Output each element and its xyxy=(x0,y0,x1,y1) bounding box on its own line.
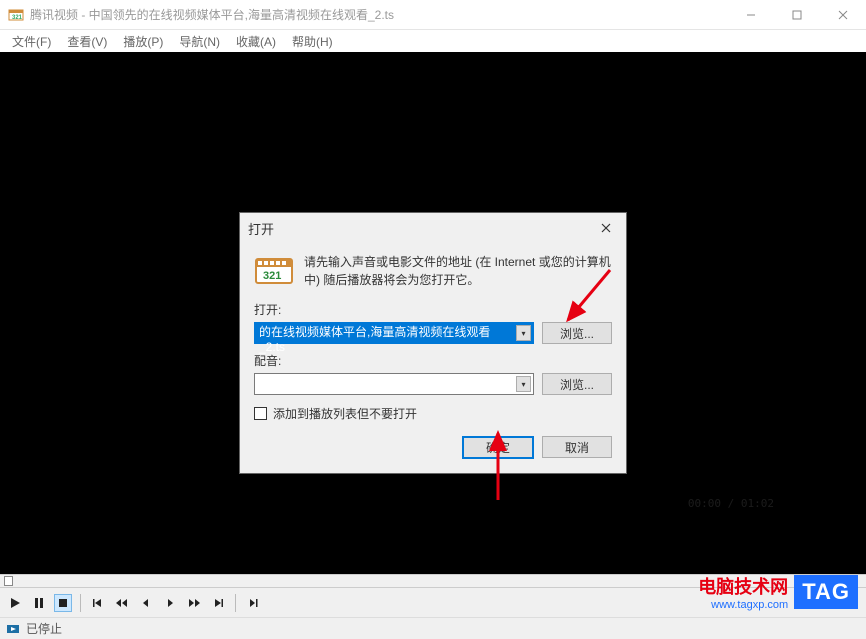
open-value: 的在线视频媒体平台,海量高清视频在线观看_2.ts xyxy=(259,325,490,354)
ok-button[interactable]: 确定 xyxy=(462,436,534,459)
separator xyxy=(235,594,236,612)
overlay-time: 00:00 / 01:02 xyxy=(688,497,774,510)
watermark-tag: TAG xyxy=(794,575,858,609)
open-dialog: 打开 321 请先输入声音或电影文件的地址 (在 Internet 或您的计算机… xyxy=(239,212,627,474)
browse-dub-button[interactable]: 浏览... xyxy=(542,373,612,395)
chevron-down-icon[interactable]: ▾ xyxy=(516,376,531,392)
skip-next-button[interactable] xyxy=(209,594,227,612)
status-icon xyxy=(6,622,20,636)
menu-navigate[interactable]: 导航(N) xyxy=(171,31,228,52)
checkbox-label: 添加到播放列表但不要打开 xyxy=(273,405,417,422)
minimize-button[interactable] xyxy=(728,0,774,30)
separator xyxy=(80,594,81,612)
add-to-playlist-checkbox[interactable] xyxy=(254,407,267,420)
dialog-title: 打开 xyxy=(248,219,274,238)
window-titlebar: 321 腾讯视频 - 中国领先的在线视频媒体平台,海量高清视频在线观看_2.ts xyxy=(0,0,866,30)
step-back-button[interactable] xyxy=(137,594,155,612)
watermark-cn: 电脑技术网 xyxy=(698,573,788,599)
watermark: 电脑技术网 www.tagxp.com TAG xyxy=(698,573,858,611)
close-button[interactable] xyxy=(820,0,866,30)
cancel-button[interactable]: 取消 xyxy=(542,436,612,458)
open-combobox[interactable]: 的在线视频媒体平台,海量高清视频在线观看_2.ts ▾ xyxy=(254,322,534,344)
skip-prev-button[interactable] xyxy=(89,594,107,612)
watermark-url: www.tagxp.com xyxy=(698,599,788,611)
svg-text:321: 321 xyxy=(12,15,23,21)
open-label: 打开: xyxy=(254,301,612,318)
menu-view[interactable]: 查看(V) xyxy=(59,31,115,52)
pause-button[interactable] xyxy=(30,594,48,612)
stop-button[interactable] xyxy=(54,594,72,612)
menu-file[interactable]: 文件(F) xyxy=(4,31,59,52)
dialog-instruction: 请先输入声音或电影文件的地址 (在 Internet 或您的计算机中) 随后播放… xyxy=(304,253,612,289)
rewind-button[interactable] xyxy=(113,594,131,612)
play-button[interactable] xyxy=(6,594,24,612)
menu-help[interactable]: 帮助(H) xyxy=(284,31,341,52)
statusbar: 已停止 xyxy=(0,617,866,639)
browse-open-button[interactable]: 浏览... xyxy=(542,322,612,344)
chevron-down-icon[interactable]: ▾ xyxy=(516,325,531,341)
dub-label: 配音: xyxy=(254,352,612,369)
dub-combobox[interactable]: ▾ xyxy=(254,373,534,395)
frame-step-button[interactable] xyxy=(244,594,262,612)
svg-text:321: 321 xyxy=(263,270,281,282)
app-icon: 321 xyxy=(8,7,24,23)
dialog-close-button[interactable] xyxy=(594,220,618,236)
step-fwd-button[interactable] xyxy=(161,594,179,612)
menubar: 文件(F) 查看(V) 播放(P) 导航(N) 收藏(A) 帮助(H) xyxy=(0,30,866,52)
window-title: 腾讯视频 - 中国领先的在线视频媒体平台,海量高清视频在线观看_2.ts xyxy=(30,6,728,23)
fast-fwd-button[interactable] xyxy=(185,594,203,612)
dialog-titlebar: 打开 xyxy=(240,213,626,243)
mpc-icon: 321 xyxy=(254,253,294,289)
maximize-button[interactable] xyxy=(774,0,820,30)
menu-favorites[interactable]: 收藏(A) xyxy=(228,31,284,52)
seek-thumb[interactable] xyxy=(4,576,13,586)
menu-play[interactable]: 播放(P) xyxy=(115,31,171,52)
status-text: 已停止 xyxy=(26,620,62,637)
